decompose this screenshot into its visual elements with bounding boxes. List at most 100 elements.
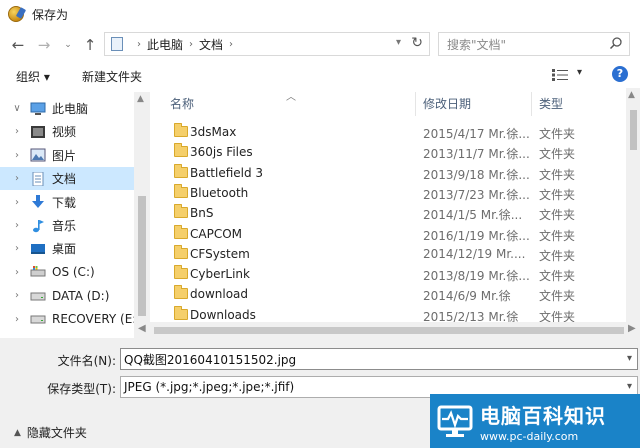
nav-item-label: 桌面 <box>52 242 77 257</box>
folder-icon <box>174 224 188 239</box>
file-type: 文件夹 <box>539 167 576 182</box>
folder-icon <box>174 285 188 300</box>
nav-item[interactable]: ∨ 此电脑 <box>0 97 134 120</box>
nav-item[interactable]: › OS (C:) <box>0 261 134 284</box>
folder-icon <box>174 163 188 178</box>
column-header-date[interactable]: 修改日期 <box>423 88 471 118</box>
up-arrow-icon[interactable]: ↑ <box>80 35 100 55</box>
file-name: 360js Files <box>190 145 253 160</box>
column-divider[interactable] <box>531 92 532 116</box>
title-bar: 保存为 <box>0 0 640 28</box>
breadcrumb-separator-icon[interactable]: › <box>229 39 233 50</box>
expand-right-icon[interactable]: › <box>12 150 22 161</box>
file-type: 文件夹 <box>539 147 576 162</box>
column-header-name[interactable]: 名称 <box>170 88 194 118</box>
recent-locations-chevron-icon[interactable]: ⌄ <box>58 35 78 55</box>
breadcrumb-this-pc[interactable]: 此电脑 <box>147 36 183 53</box>
refresh-icon[interactable]: ↻ <box>411 35 423 51</box>
window-title: 保存为 <box>32 7 69 22</box>
expand-right-icon[interactable]: › <box>12 220 22 231</box>
nav-item[interactable]: › RECOVERY (E:) <box>0 308 141 331</box>
expand-right-icon[interactable]: › <box>12 243 22 254</box>
nav-item-label: 下载 <box>52 195 77 210</box>
expand-right-icon[interactable]: › <box>12 197 22 208</box>
nav-item[interactable]: › 桌面 <box>0 237 134 260</box>
expand-right-icon[interactable]: › <box>12 290 22 301</box>
help-icon[interactable]: ? <box>612 66 628 82</box>
forward-arrow-icon[interactable]: → <box>34 35 54 55</box>
pictures-icon <box>30 148 46 162</box>
column-header-type[interactable]: 类型 <box>539 88 563 118</box>
horizontal-scroll-thumb[interactable] <box>154 327 624 334</box>
file-row[interactable]: download 2014/6/9 Mr.徐 文件夹 <box>150 284 626 304</box>
filename-label: 文件名(N): <box>57 354 116 368</box>
address-field[interactable]: › 此电脑 › 文档 › ▾ ↻ <box>104 32 430 56</box>
file-list-vertical-scrollbar[interactable]: ▲ ▼ <box>626 88 640 338</box>
organize-button[interactable]: 组织 ▾ <box>16 68 50 85</box>
file-row[interactable]: Battlefield 3 2013/9/18 Mr.徐... 文件夹 <box>150 163 626 183</box>
filename-input[interactable]: QQ截图20160410151502.jpg ▾ <box>120 348 638 370</box>
nav-item[interactable]: › 音乐 <box>0 214 134 237</box>
expand-right-icon[interactable]: › <box>12 173 22 184</box>
view-dropdown-icon[interactable]: ▾ <box>577 67 582 78</box>
hide-folders-toggle[interactable]: ▲ 隐藏文件夹 <box>14 424 87 441</box>
filetype-dropdown-icon[interactable]: ▾ <box>627 381 632 392</box>
file-row[interactable]: BnS 2014/1/5 Mr.徐... 文件夹 <box>150 203 626 223</box>
view-options-icon[interactable] <box>552 69 568 81</box>
os-drive-icon <box>30 265 46 279</box>
hide-folders-label: 隐藏文件夹 <box>26 426 87 440</box>
scroll-up-icon[interactable]: ▲ <box>137 94 144 104</box>
navigation-scrollbar[interactable]: ▲ ▼ <box>134 92 150 338</box>
search-placeholder: 搜索"文档" <box>447 37 507 52</box>
scroll-left-icon[interactable]: ◀ <box>138 323 146 334</box>
file-row[interactable]: Bluetooth 2013/7/23 Mr.徐... 文件夹 <box>150 183 626 203</box>
folder-icon <box>174 265 188 280</box>
folder-icon <box>174 305 188 320</box>
nav-item[interactable]: › 文档 <box>0 167 134 191</box>
breadcrumb-documents[interactable]: 文档 <box>199 36 223 53</box>
file-type: 文件夹 <box>539 289 576 304</box>
filename-dropdown-icon[interactable]: ▾ <box>627 353 632 364</box>
nav-item[interactable]: › 图片 <box>0 144 134 167</box>
navigation-scroll-thumb[interactable] <box>138 196 146 316</box>
file-row[interactable]: CyberLink 2013/8/19 Mr.徐... 文件夹 <box>150 264 626 284</box>
expand-right-icon[interactable]: › <box>12 126 22 137</box>
file-list-horizontal-scrollbar[interactable]: ◀ ▶ <box>134 322 640 338</box>
expand-down-icon[interactable]: ∨ <box>12 103 22 114</box>
file-type: 文件夹 <box>539 127 576 141</box>
file-row[interactable]: CFSystem 2014/12/19 Mr.... 文件夹 <box>150 244 626 264</box>
nav-item[interactable]: › 视频 <box>0 120 134 143</box>
scroll-up-icon[interactable]: ▲ <box>628 90 635 100</box>
file-name: Downloads <box>190 307 256 322</box>
filetype-value: JPEG (*.jpg;*.jpeg;*.jpe;*.jfif) <box>124 380 295 394</box>
file-type: 文件夹 <box>539 208 576 223</box>
file-type: 文件夹 <box>539 187 576 202</box>
watermark-title: 电脑百科知识 <box>480 403 606 428</box>
file-type: 文件夹 <box>539 228 576 243</box>
file-date: 2016/1/19 Mr.徐... <box>423 228 530 243</box>
file-date: 2015/4/17 Mr.徐... <box>423 127 530 141</box>
expand-right-icon[interactable]: › <box>12 314 22 325</box>
column-divider[interactable] <box>415 92 416 116</box>
file-date: 2014/1/5 Mr.徐... <box>423 208 523 223</box>
scroll-right-icon[interactable]: ▶ <box>628 323 636 334</box>
nav-item[interactable]: › 下载 <box>0 191 134 214</box>
search-box[interactable]: 搜索"文档" <box>438 32 630 56</box>
nav-item-label: 音乐 <box>52 219 77 233</box>
address-dropdown-icon[interactable]: ▾ <box>396 37 401 48</box>
file-row[interactable]: 3dsMax 2015/4/17 Mr.徐... 文件夹 <box>150 122 626 142</box>
file-row[interactable]: CAPCOM 2016/1/19 Mr.徐... 文件夹 <box>150 224 626 244</box>
app-icon <box>8 6 24 22</box>
collapse-caret-icon: ▲ <box>14 427 21 438</box>
search-icon[interactable] <box>609 36 623 50</box>
file-row[interactable]: 360js Files 2013/11/7 Mr.徐... 文件夹 <box>150 142 626 162</box>
vertical-scroll-thumb[interactable] <box>630 110 637 150</box>
new-folder-button[interactable]: 新建文件夹 <box>82 68 142 85</box>
nav-item-label: 文档 <box>52 172 77 187</box>
nav-item-label: 图片 <box>52 148 77 163</box>
nav-item[interactable]: › DATA (D:) <box>0 284 134 307</box>
expand-right-icon[interactable]: › <box>12 267 22 278</box>
folder-icon <box>174 204 188 219</box>
drive-icon <box>30 289 46 303</box>
back-arrow-icon[interactable]: ← <box>8 35 28 55</box>
